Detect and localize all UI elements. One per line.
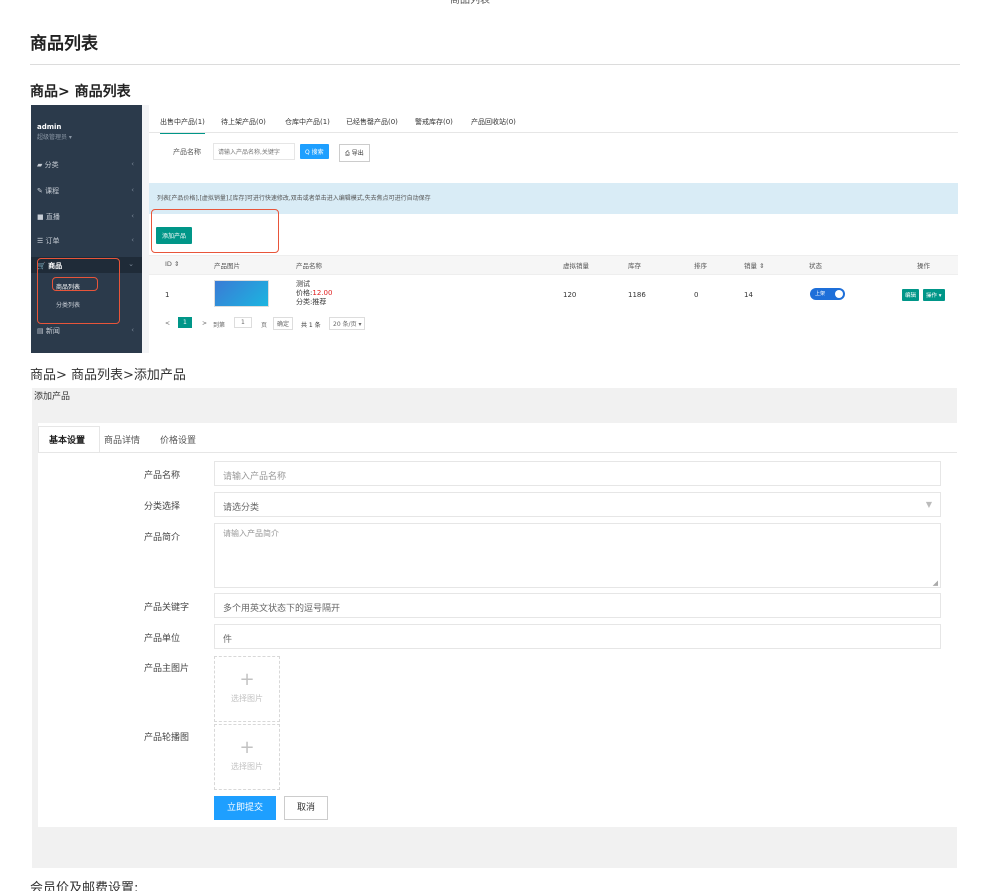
sidebar-role[interactable]: 超级管理员 ▾ (37, 132, 72, 141)
product-intro-textarea[interactable]: 请输入产品简介 ◢ (214, 523, 941, 588)
export-button[interactable]: ⎙ 导出 (339, 144, 370, 162)
upload-text: 选择图片 (231, 762, 263, 771)
plus-icon: + (239, 669, 255, 690)
cell-sales: 14 (744, 291, 753, 299)
goto-page-input[interactable]: 1 (234, 317, 252, 328)
search-label: 产品名称 (173, 148, 201, 156)
keywords-input[interactable]: 多个用英文状态下的逗号隔开 (214, 593, 941, 618)
panel-title: 添加产品 (34, 392, 71, 402)
tab-pending[interactable]: 待上架产品(0) (221, 117, 266, 127)
upload-text: 选择图片 (231, 694, 263, 703)
sidebar-item-live[interactable]: ■ 直播 (37, 212, 60, 222)
cell-stock[interactable]: 1186 (628, 291, 646, 299)
col-sort: 排序 (694, 262, 707, 270)
main-image-label: 产品主图片 (144, 664, 190, 674)
current-page[interactable]: 1 (178, 317, 192, 328)
cell-virtual-sales[interactable]: 120 (563, 291, 576, 299)
col-virtual-sales: 虚拟销量 (563, 262, 589, 270)
divider (30, 64, 960, 65)
col-actions: 操作 (917, 262, 930, 270)
caret-down-icon: ▼ (925, 500, 932, 509)
submit-button[interactable]: 立即提交 (214, 796, 276, 820)
form-tabs-underline (38, 452, 957, 453)
prev-page-button[interactable]: < (165, 320, 170, 327)
col-sales[interactable]: 销量 ⇕ (744, 260, 765, 270)
sidebar-username: admin (37, 123, 62, 131)
col-status: 状态 (809, 262, 822, 270)
tab-stock-alert[interactable]: 警戒库存(0) (415, 117, 453, 127)
actions-dropdown[interactable]: 操作 ▾ (923, 289, 945, 301)
tab-recycle-bin[interactable]: 产品回收站(0) (471, 117, 516, 127)
sidebar-item-order[interactable]: ☰ 订单 (37, 236, 60, 246)
product-list-screenshot: admin 超级管理员 ▾ ▰ 分类 ‹ ✎ 课程 ‹ ■ 直播 ‹ ☰ 订单 … (31, 105, 958, 353)
main-image-upload[interactable]: + 选择图片 (214, 656, 280, 722)
category-label: 分类选择 (144, 502, 181, 512)
edit-icon: ✎ (37, 187, 46, 195)
sidebar-item-news[interactable]: ▤ 新闻 (37, 326, 60, 336)
cell-id: 1 (165, 291, 170, 299)
plus-icon: + (239, 737, 255, 758)
product-name-input[interactable]: 请输入产品名称 (214, 461, 941, 486)
chevron-left-icon: ‹ (131, 212, 134, 220)
status-toggle[interactable]: 上架 (810, 288, 845, 300)
breadcrumb-add-product: 商品> 商品列表>添加产品 (30, 368, 186, 383)
list-icon: ☰ (37, 237, 46, 245)
chart-icon: ▰ (37, 161, 45, 169)
keywords-label: 产品关键字 (144, 603, 190, 613)
carousel-upload[interactable]: + 选择图片 (214, 724, 280, 790)
cut-off-heading: 商品列表 (450, 0, 490, 6)
category-select[interactable]: 请选分类 ▼ (214, 492, 941, 517)
highlight-box-subitem (52, 277, 98, 291)
product-intro-label: 产品简介 (144, 533, 181, 543)
col-id[interactable]: ID ⇕ (165, 260, 179, 268)
cell-sort[interactable]: 0 (694, 291, 698, 299)
col-image: 产品图片 (214, 262, 240, 270)
add-product-panel: 添加产品 基本设置 商品详情 价格设置 产品名称 请输入产品名称 分类选择 请选… (32, 388, 957, 868)
tab-warehouse[interactable]: 仓库中产品(1) (285, 117, 330, 127)
news-icon: ▤ (37, 327, 46, 335)
next-page-button[interactable]: > (202, 320, 207, 327)
chevron-left-icon: ‹ (131, 160, 134, 168)
total-count: 共 1 条 (301, 322, 321, 329)
page-unit: 页 (261, 322, 268, 329)
toggle-knob (835, 290, 843, 298)
search-input[interactable]: 请输入产品名称,关键字 (213, 143, 295, 160)
col-name: 产品名称 (296, 262, 322, 270)
tab-sold-out[interactable]: 已经售罄产品(0) (346, 117, 398, 127)
goto-label: 到第 (213, 322, 226, 329)
chevron-down-icon: ⌄ (128, 260, 134, 268)
video-icon: ■ (37, 213, 46, 221)
tab-product-details[interactable]: 商品详情 (104, 433, 140, 446)
edit-button[interactable]: 编辑 (902, 289, 920, 301)
chevron-left-icon: ‹ (131, 186, 134, 194)
goto-confirm-button[interactable]: 确定 (273, 317, 294, 330)
resize-handle-icon[interactable]: ◢ (933, 579, 938, 587)
unit-input[interactable]: 件 (214, 624, 941, 649)
tabs-underline (149, 132, 958, 133)
breadcrumb: 商品> 商品列表 (30, 84, 131, 100)
table-header (149, 255, 958, 275)
cell-category: 分类:推荐 (296, 298, 327, 306)
add-product-card: 基本设置 商品详情 价格设置 产品名称 请输入产品名称 分类选择 请选分类 ▼ 产… (38, 423, 957, 827)
product-name-label: 产品名称 (144, 471, 181, 481)
cancel-button[interactable]: 取消 (284, 796, 328, 820)
per-page-select[interactable]: 20 条/页 ▾ (329, 317, 366, 330)
search-button[interactable]: Q 搜索 (300, 144, 329, 159)
page-title: 商品列表 (30, 34, 98, 54)
tab-price-settings[interactable]: 价格设置 (160, 433, 196, 446)
sidebar-item-category[interactable]: ▰ 分类 (37, 160, 59, 170)
carousel-label: 产品轮播图 (144, 733, 190, 743)
col-stock: 库存 (628, 262, 641, 270)
product-thumbnail (214, 280, 269, 307)
tab-basic-settings[interactable]: 基本设置 (49, 433, 85, 446)
chevron-left-icon: ‹ (131, 326, 134, 334)
sidebar-item-course[interactable]: ✎ 课程 (37, 186, 59, 196)
unit-label: 产品单位 (144, 634, 181, 644)
chevron-left-icon: ‹ (131, 236, 134, 244)
highlight-box-menu (37, 258, 120, 324)
highlight-box-add-button (151, 209, 279, 253)
member-price-caption: 会员价及邮费设置: (30, 881, 139, 891)
